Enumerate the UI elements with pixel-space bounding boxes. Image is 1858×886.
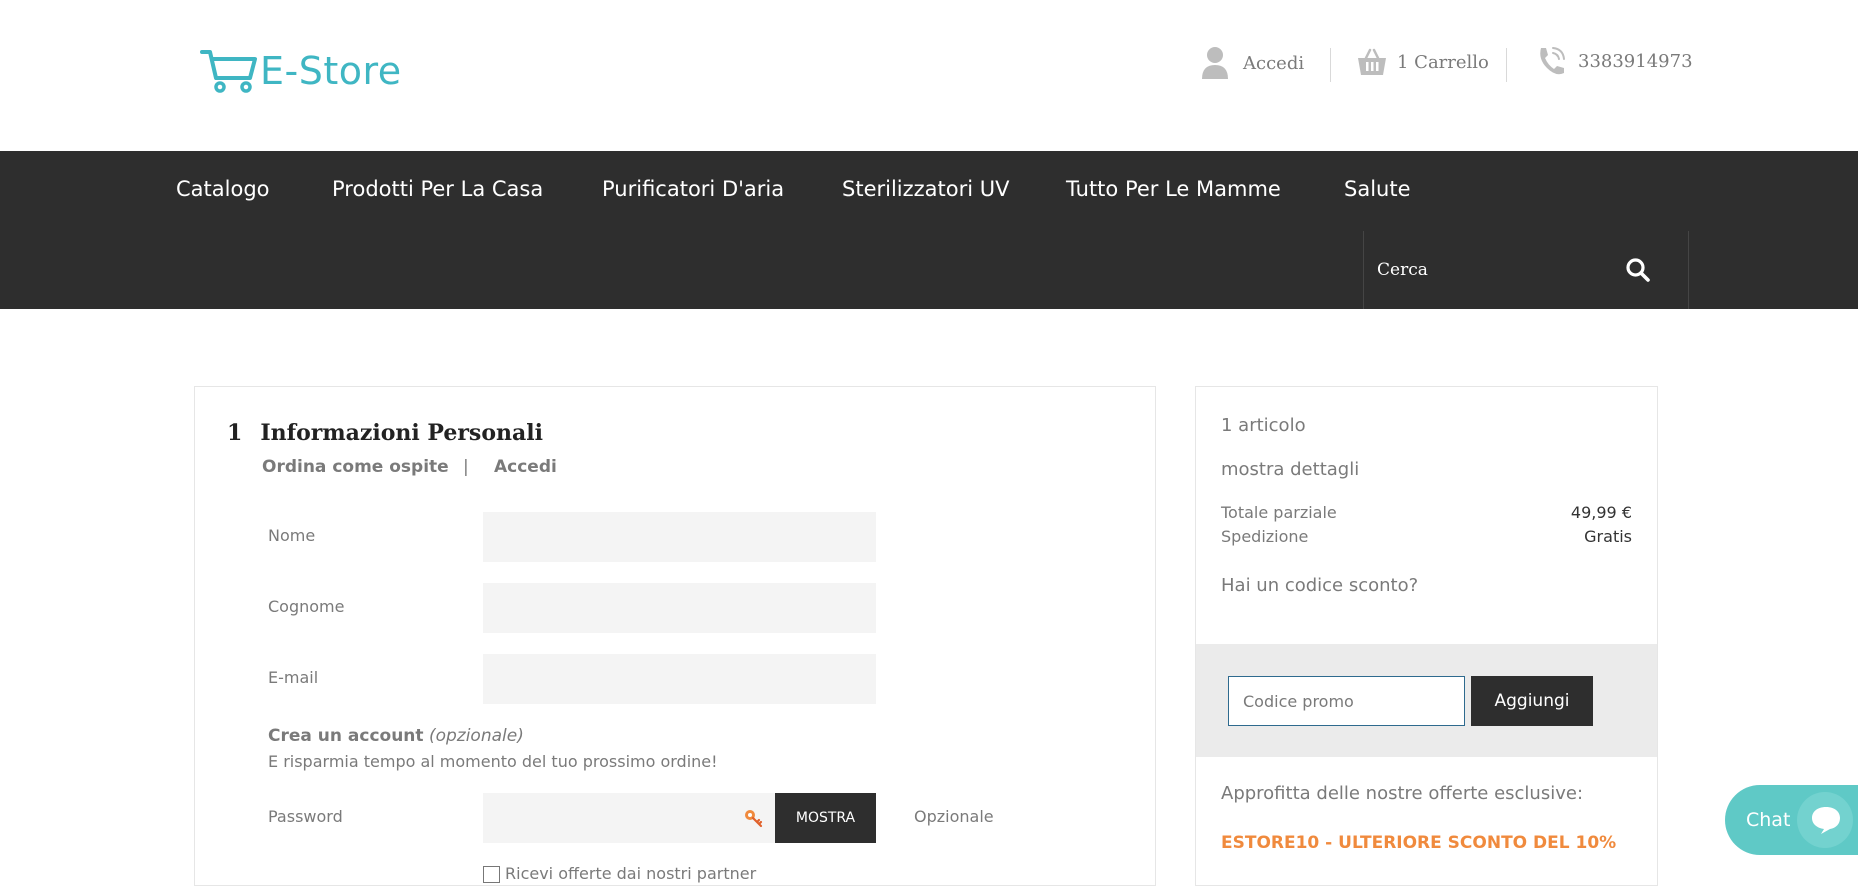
shipping-value: Gratis — [1584, 527, 1632, 546]
step-title: 1 Informazioni Personali — [227, 420, 543, 446]
tab-login[interactable]: Accedi — [494, 457, 557, 477]
user-icon — [1202, 47, 1228, 79]
personal-info-section: 1 Informazioni Personali Ordina come ospi… — [194, 386, 1156, 886]
order-summary: 1 articolo mostra dettagli Totale parzia… — [1195, 386, 1658, 886]
phone-contact[interactable]: 3383914973 — [1536, 45, 1693, 77]
subtotal-value: 49,99 € — [1570, 503, 1632, 522]
search-box — [1363, 231, 1689, 309]
show-password-button[interactable]: MOSTRA — [775, 793, 876, 843]
email-field[interactable] — [483, 654, 876, 704]
search-icon[interactable] — [1625, 257, 1651, 283]
cart-label: 1 Carrello — [1397, 51, 1489, 73]
main-navigation: Catalogo Prodotti Per La Casa Purificato… — [0, 151, 1858, 309]
shipping-label: Spedizione — [1221, 527, 1309, 546]
tab-guest-checkout[interactable]: Ordina come ospite — [262, 457, 449, 477]
password-label: Password — [268, 807, 343, 826]
email-label: E-mail — [268, 668, 319, 687]
promo-code-input[interactable] — [1228, 676, 1465, 726]
chat-widget[interactable]: Chat — [1725, 785, 1858, 855]
item-count: 1 articolo — [1221, 415, 1306, 436]
offers-intro: Approfitta delle nostre offerte esclusiv… — [1221, 783, 1584, 804]
create-account-info: Crea un account (opzionale) E risparmia … — [268, 724, 718, 774]
logo-text: E-Store — [260, 49, 402, 93]
basket-icon — [1358, 48, 1386, 75]
nav-item-purificatori-daria[interactable]: Purificatori D'aria — [602, 177, 784, 201]
nav-item-sterilizzatori-uv[interactable]: Sterilizzatori UV — [842, 177, 1010, 201]
header-divider — [1506, 48, 1507, 82]
create-account-subtitle: E risparmia tempo al momento del tuo pro… — [268, 752, 718, 771]
password-manager-key-icon[interactable] — [743, 808, 765, 828]
password-field[interactable] — [483, 793, 775, 843]
show-details-link[interactable]: mostra dettagli — [1221, 459, 1359, 480]
last-name-field[interactable] — [483, 583, 876, 633]
nav-item-catalogo[interactable]: Catalogo — [176, 177, 270, 201]
step-number: 1 — [227, 420, 243, 446]
chat-bubble-icon — [1812, 807, 1840, 834]
promo-code-area: Aggiungi — [1196, 644, 1657, 757]
first-name-label: Nome — [268, 526, 316, 545]
first-name-field[interactable] — [483, 512, 876, 562]
nav-item-salute[interactable]: Salute — [1344, 177, 1411, 201]
subtotal-row: Totale parziale 49,99 € — [1221, 503, 1632, 522]
header-divider — [1330, 48, 1331, 82]
offer-code[interactable]: ESTORE10 - ULTERIORE SCONTO DEL 10% — [1221, 833, 1616, 853]
nav-item-tutto-per-le-mamme[interactable]: Tutto Per Le Mamme — [1066, 177, 1281, 201]
site-header: E-Store Accedi 1 Carrello 3383914973 — [0, 0, 1858, 151]
last-name-label: Cognome — [268, 597, 345, 616]
login-label: Accedi — [1243, 52, 1305, 74]
tab-separator: | — [463, 457, 469, 477]
phone-icon — [1540, 47, 1565, 75]
password-optional-hint: Opzionale — [914, 807, 994, 826]
shopping-cart-icon — [200, 50, 257, 93]
step-title-text: Informazioni Personali — [260, 420, 543, 446]
shipping-row: Spedizione Gratis — [1221, 527, 1632, 546]
partner-offers-checkbox[interactable] — [483, 866, 500, 883]
store-logo[interactable]: E-Store — [200, 48, 402, 94]
partner-offers-label: Ricevi offerte dai nostri partner — [505, 864, 757, 883]
search-input[interactable] — [1377, 255, 1607, 285]
create-account-optional: (opzionale) — [428, 726, 524, 746]
subtotal-label: Totale parziale — [1221, 503, 1337, 522]
discount-code-link[interactable]: Hai un codice sconto? — [1221, 575, 1418, 596]
add-promo-button[interactable]: Aggiungi — [1471, 676, 1593, 726]
nav-item-prodotti-per-la-casa[interactable]: Prodotti Per La Casa — [332, 177, 543, 201]
cart-link[interactable]: 1 Carrello — [1357, 47, 1489, 77]
phone-number: 3383914973 — [1578, 50, 1693, 72]
create-account-title: Crea un account — [268, 726, 424, 746]
chat-label: Chat — [1746, 809, 1791, 831]
login-link[interactable]: Accedi — [1200, 46, 1304, 80]
